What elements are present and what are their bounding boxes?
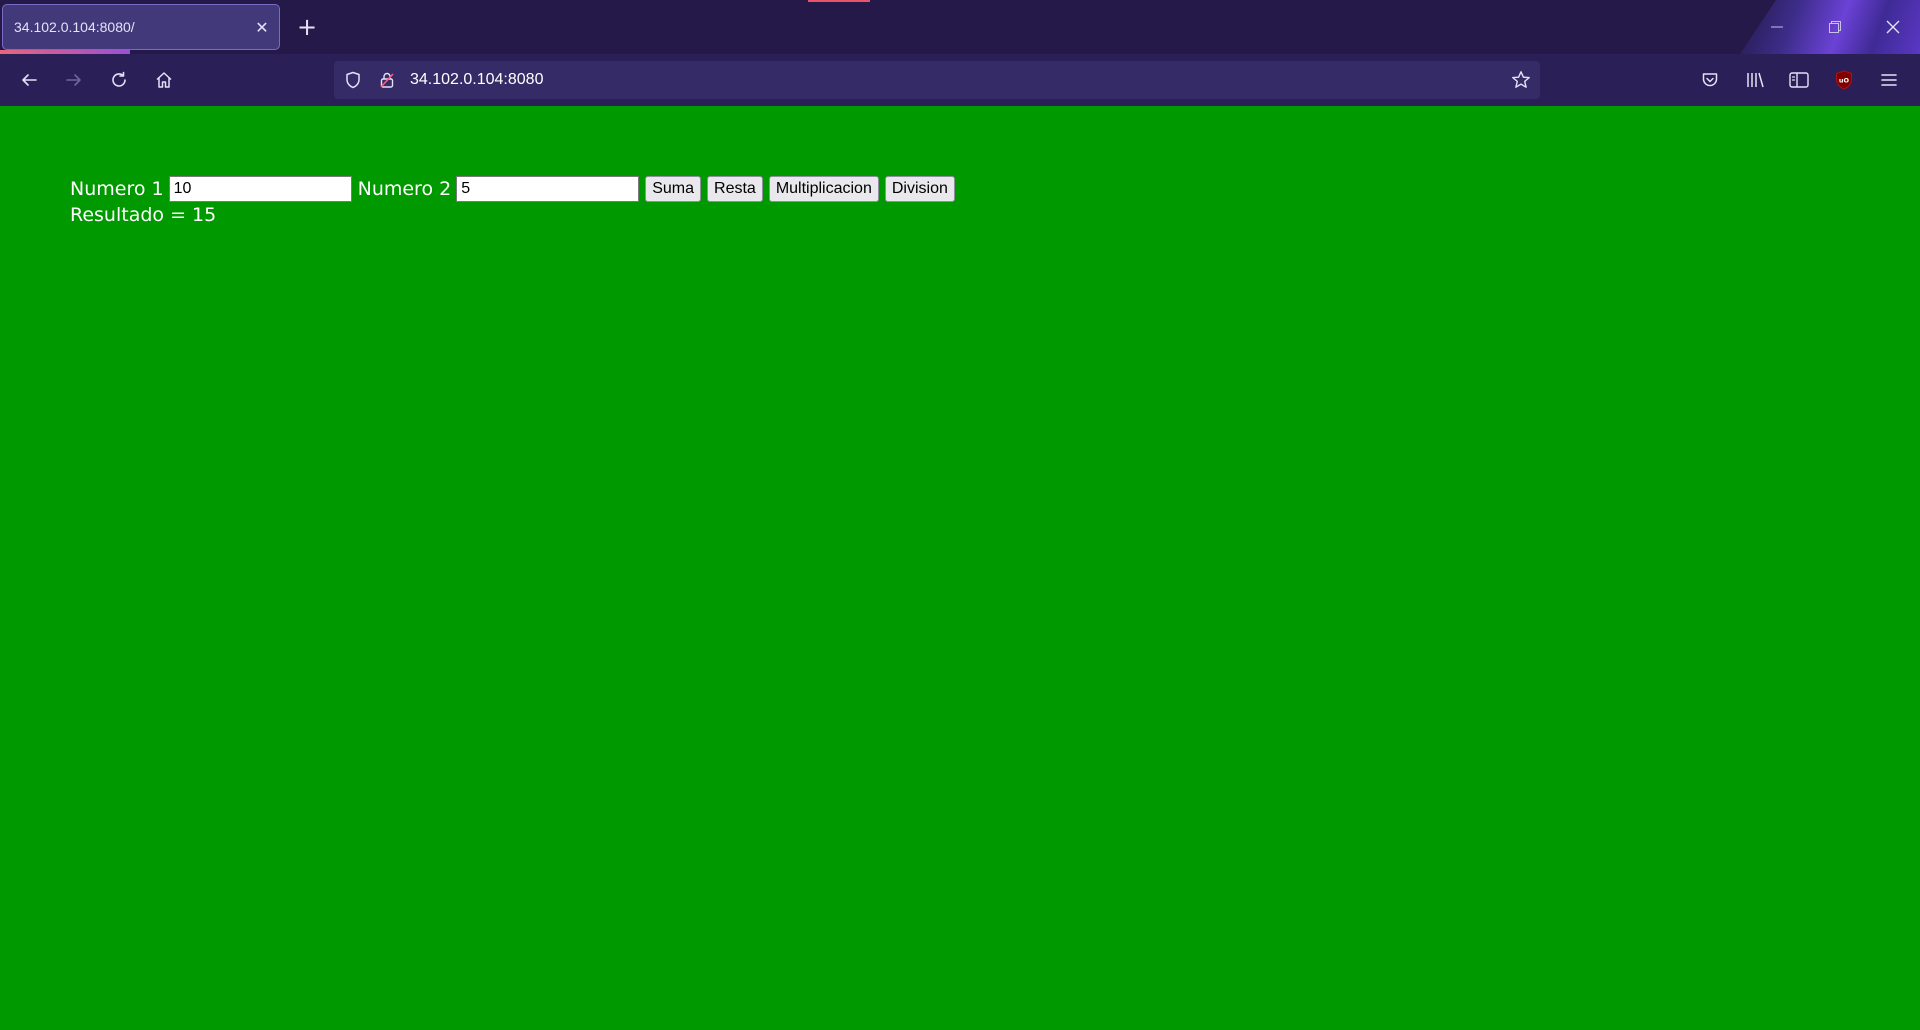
ublock-icon: uO — [1836, 70, 1852, 90]
menu-button[interactable] — [1872, 63, 1906, 97]
page-content: Numero 1 Numero 2 Suma Resta Multiplicac… — [0, 106, 1920, 1030]
reload-icon — [112, 71, 126, 87]
ublock-button[interactable]: uO — [1827, 63, 1861, 97]
calculator-form: Numero 1 Numero 2 Suma Resta Multiplicac… — [70, 175, 955, 203]
svg-text:uO: uO — [1839, 77, 1850, 85]
pocket-icon — [1702, 73, 1718, 87]
hamburger-menu-icon — [1881, 74, 1897, 86]
arrow-left-icon — [22, 74, 37, 86]
star-icon[interactable] — [1511, 70, 1531, 90]
home-button[interactable] — [147, 63, 181, 97]
restore-icon — [1829, 21, 1841, 33]
library-button[interactable] — [1738, 63, 1772, 97]
url-text[interactable]: 34.102.0.104:8080 — [410, 71, 543, 89]
tab-strip: 34.102.0.104:8080/ ✕ + — [0, 0, 1920, 54]
tab-close-icon[interactable]: ✕ — [245, 10, 279, 44]
tab-strip-top-accent — [808, 0, 870, 2]
pocket-button[interactable] — [1693, 63, 1727, 97]
address-bar[interactable]: 34.102.0.104:8080 — [334, 61, 1540, 99]
minimize-icon — [1771, 26, 1783, 28]
numero1-label: Numero 1 — [70, 178, 164, 200]
multiplicacion-button[interactable]: Multiplicacion — [768, 176, 879, 202]
arrow-right-icon — [66, 74, 81, 86]
resta-button[interactable]: Resta — [707, 176, 763, 202]
forward-button[interactable] — [57, 63, 91, 97]
reload-button[interactable] — [102, 63, 136, 97]
close-window-button[interactable] — [1870, 6, 1916, 48]
new-tab-button[interactable]: + — [290, 10, 324, 44]
library-icon — [1747, 72, 1764, 88]
sidebar-icon — [1789, 72, 1809, 88]
tab-active[interactable]: 34.102.0.104:8080/ ✕ — [2, 4, 280, 50]
minimize-button[interactable] — [1754, 6, 1800, 48]
suma-button[interactable]: Suma — [645, 176, 702, 202]
shield-icon[interactable] — [344, 71, 362, 89]
home-icon — [156, 72, 172, 88]
back-button[interactable] — [12, 63, 46, 97]
navigation-toolbar: 34.102.0.104:8080 uO — [0, 54, 1920, 106]
tab-title: 34.102.0.104:8080/ — [14, 19, 135, 35]
restore-button[interactable] — [1812, 6, 1858, 48]
numero2-label: Numero 2 — [357, 178, 452, 200]
sidebar-button[interactable] — [1782, 63, 1816, 97]
close-icon — [1886, 20, 1900, 34]
result-text: Resultado = 15 — [70, 204, 217, 226]
division-button[interactable]: Division — [884, 176, 955, 202]
lock-icon[interactable] — [378, 71, 396, 89]
numero2-input[interactable] — [456, 176, 640, 202]
numero1-input[interactable] — [168, 176, 352, 202]
